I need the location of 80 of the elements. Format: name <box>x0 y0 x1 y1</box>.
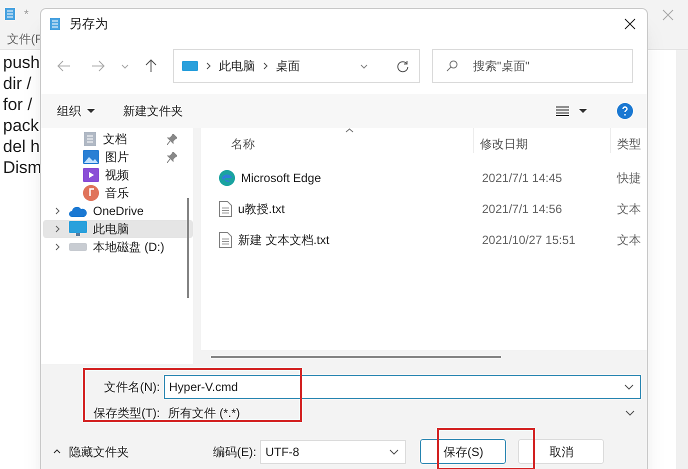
chevron-right-icon <box>263 62 268 70</box>
back-arrow-icon[interactable] <box>57 60 71 72</box>
browser-icon <box>219 170 235 186</box>
field-label: 保存类型(T): <box>92 404 161 422</box>
chevron-down-icon <box>624 384 634 390</box>
drive-icon <box>69 243 87 251</box>
file-name[interactable]: u教授.txt <box>238 200 285 218</box>
sort-up-icon <box>345 128 354 133</box>
column-header[interactable]: 类型 <box>611 135 641 153</box>
text-line: Dism <box>3 157 42 178</box>
file-type: 快捷 <box>616 170 641 186</box>
file-date: 2021/7/1 14:56 <box>481 200 564 218</box>
caret-icon[interactable] <box>579 109 587 113</box>
sidebar-item[interactable]: 视频 <box>43 166 193 184</box>
file-date: 2021/7/1 14:45 <box>481 170 564 186</box>
text-line: pack <box>3 115 39 136</box>
breadcrumb-item[interactable]: 此电脑 <box>219 57 255 75</box>
notepad-icon <box>49 16 61 30</box>
text-file-icon <box>219 200 232 216</box>
up-arrow-icon[interactable] <box>145 59 157 73</box>
field-label: 文件名(N): <box>103 378 161 396</box>
dialog-title: 另存为 <box>69 14 108 33</box>
file-type: 文本 <box>616 232 641 248</box>
sidebar-item[interactable]: 文档 <box>43 130 193 148</box>
sidebar-item[interactable]: 图片 <box>43 148 193 166</box>
horizontal-scrollbar-thumb[interactable] <box>211 356 501 358</box>
encoding-dropdown[interactable]: UTF-8 <box>260 440 406 464</box>
sidebar-item[interactable]: 本地磁盘 (D:) <box>43 238 193 256</box>
text-file-icon <box>219 232 232 248</box>
chevron-up-icon <box>53 449 61 454</box>
cancel-button[interactable]: 取消 <box>518 439 604 464</box>
window-title: * <box>24 6 29 23</box>
monitor-icon <box>182 61 198 71</box>
text-line: del h <box>3 136 40 157</box>
chevron-right-icon[interactable] <box>54 207 60 215</box>
file-name-field[interactable]: Hyper-V.cmd <box>164 374 641 398</box>
save-button[interactable]: 保存(S) <box>420 439 506 464</box>
list-view-icon[interactable] <box>556 106 569 116</box>
hide-folders-button[interactable]: 隐藏文件夹 <box>53 442 129 460</box>
video-icon <box>83 168 99 182</box>
chevron-right-icon <box>206 62 211 70</box>
music-icon <box>83 185 99 201</box>
forward-arrow-icon[interactable] <box>91 60 105 72</box>
notepad-icon <box>4 7 16 21</box>
address-bar[interactable]: 此电脑 桌面 <box>173 49 420 83</box>
organize-button[interactable]: 组织 <box>57 102 95 120</box>
file-date: 2021/10/27 15:51 <box>481 232 576 248</box>
picture-icon <box>83 150 99 164</box>
refresh-icon[interactable] <box>396 60 409 72</box>
save-type-dropdown[interactable]: 所有文件 (*.*) <box>164 400 641 424</box>
column-header[interactable]: 名称 <box>201 135 473 153</box>
file-name[interactable]: 新建 文本文档.txt <box>238 230 330 248</box>
chevron-down-icon <box>625 410 635 416</box>
new-folder-button[interactable]: 新建文件夹 <box>123 102 183 120</box>
caret-icon <box>87 109 95 113</box>
file-name[interactable]: Microsoft Edge <box>241 168 322 186</box>
chevron-right-icon[interactable] <box>54 243 60 251</box>
sidebar-item[interactable]: 音乐 <box>43 184 193 202</box>
scrollbar-thumb[interactable] <box>187 198 189 298</box>
file-type: 文本 <box>616 200 641 218</box>
close-icon[interactable] <box>624 18 636 30</box>
text-line: push <box>3 52 40 73</box>
scrollbar[interactable] <box>676 50 688 469</box>
chevron-down-icon[interactable] <box>360 64 368 68</box>
document-icon <box>83 131 97 147</box>
text-line: dir / <box>3 73 32 94</box>
chevron-down-icon <box>389 448 400 454</box>
sidebar-item[interactable]: 此电脑 <box>43 220 193 238</box>
monitor-icon <box>69 221 87 237</box>
cloud-icon <box>69 206 87 216</box>
breadcrumb-item[interactable]: 桌面 <box>276 57 300 75</box>
chevron-down-icon[interactable] <box>121 64 129 68</box>
text-line: for / <box>3 94 32 115</box>
column-header[interactable]: 修改日期 <box>474 135 610 153</box>
search-icon <box>446 60 458 72</box>
field-label: 编码(E): <box>213 444 256 460</box>
help-icon[interactable] <box>617 103 633 119</box>
search-field[interactable]: 搜索"桌面" <box>432 49 633 83</box>
chevron-right-icon[interactable] <box>54 225 60 233</box>
sidebar-item[interactable]: OneDrive <box>43 202 193 220</box>
